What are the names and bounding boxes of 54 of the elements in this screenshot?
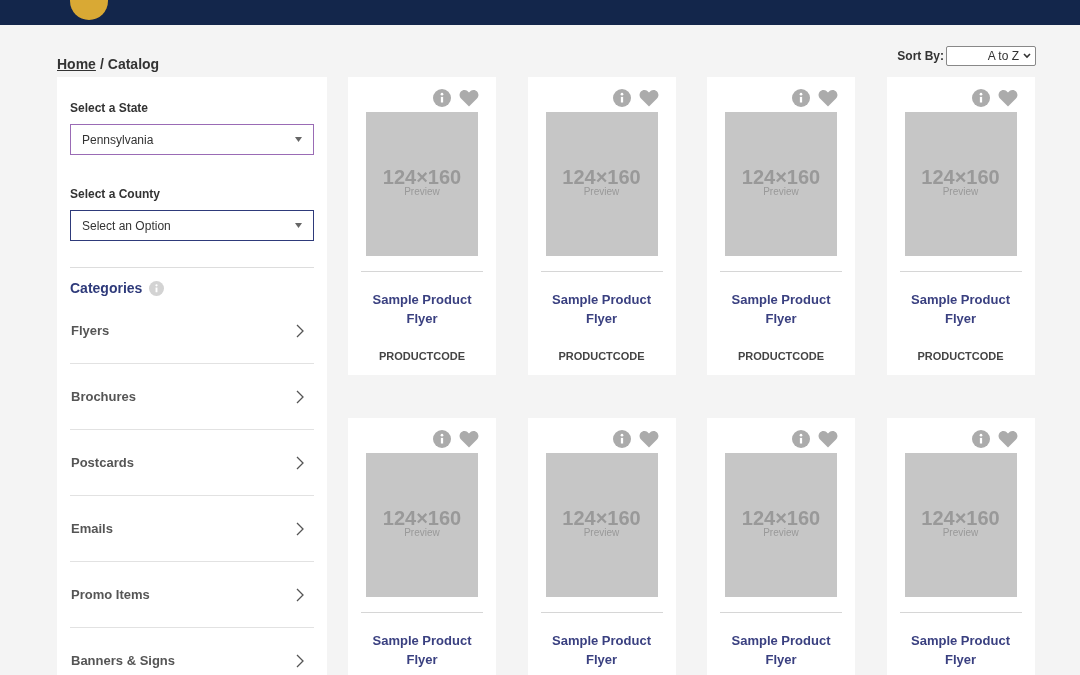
product-title-link[interactable]: Sample Product Flyer: [540, 290, 663, 328]
heart-icon[interactable]: [997, 429, 1018, 448]
category-item[interactable]: Postcards: [70, 430, 314, 496]
heart-icon[interactable]: [638, 89, 659, 107]
field-label: Select a County: [70, 186, 162, 203]
select-dropdown[interactable]: Pennsylvania: [70, 124, 314, 155]
category-item[interactable]: Promo Items: [70, 562, 314, 628]
product-title-link[interactable]: Sample Product Flyer: [720, 290, 842, 328]
breadcrumb-current: Catalog: [107, 54, 160, 74]
chevron-right-icon: [296, 389, 304, 404]
product-title-link[interactable]: Sample Product Flyer: [361, 630, 483, 669]
info-icon[interactable]: [792, 89, 810, 107]
breadcrumb-separator: /: [99, 54, 104, 74]
heart-icon[interactable]: [638, 429, 659, 448]
info-icon[interactable]: [612, 429, 631, 448]
dropdown-arrow-icon: [295, 137, 302, 142]
home-link[interactable]: Home: [57, 53, 96, 75]
category-item[interactable]: Brochures: [70, 364, 314, 430]
chevron-right-icon: [296, 654, 304, 668]
chevron-right-icon: [296, 587, 304, 602]
product-code: PRODUCTCODE: [737, 349, 825, 364]
product-code: PRODUCTCODE: [558, 349, 645, 364]
info-icon[interactable]: [433, 89, 451, 107]
info-icon[interactable]: [792, 429, 810, 448]
heart-icon[interactable]: [997, 89, 1018, 107]
category-item[interactable]: Banners & Signs: [70, 628, 314, 675]
product-title-link[interactable]: Sample Product Flyer: [899, 630, 1022, 669]
category-item[interactable]: Flyers: [70, 298, 314, 364]
product-title-link[interactable]: Sample Product Flyer: [540, 630, 663, 669]
info-icon[interactable]: [149, 280, 165, 296]
sort-label: Sort By:: [897, 48, 944, 65]
heart-icon[interactable]: [818, 429, 838, 448]
field-label: Select a State: [70, 100, 150, 117]
dropdown-arrow-icon: [295, 223, 302, 228]
info-icon[interactable]: [971, 429, 990, 448]
info-icon[interactable]: [612, 89, 631, 107]
info-icon[interactable]: [971, 89, 990, 107]
product-title-link[interactable]: Sample Product Flyer: [899, 290, 1022, 328]
chevron-right-icon: [296, 323, 304, 338]
info-icon[interactable]: [433, 429, 451, 448]
select-dropdown[interactable]: Select an Option: [70, 210, 314, 241]
sort-dropdown[interactable]: A to Z: [946, 46, 1036, 66]
category-item[interactable]: Emails: [70, 496, 314, 562]
chevron-right-icon: [296, 455, 304, 470]
chevron-down-icon: [1023, 53, 1031, 59]
chevron-right-icon: [296, 521, 304, 536]
product-title-link[interactable]: Sample Product Flyer: [720, 630, 842, 669]
product-code: PRODUCTCODE: [917, 349, 1004, 364]
product-code: PRODUCTCODE: [378, 349, 466, 364]
heart-icon[interactable]: [459, 89, 479, 107]
heart-icon[interactable]: [459, 429, 479, 448]
categories-heading: Categories: [70, 278, 143, 298]
product-title-link[interactable]: Sample Product Flyer: [361, 290, 483, 328]
heart-icon[interactable]: [818, 89, 838, 107]
